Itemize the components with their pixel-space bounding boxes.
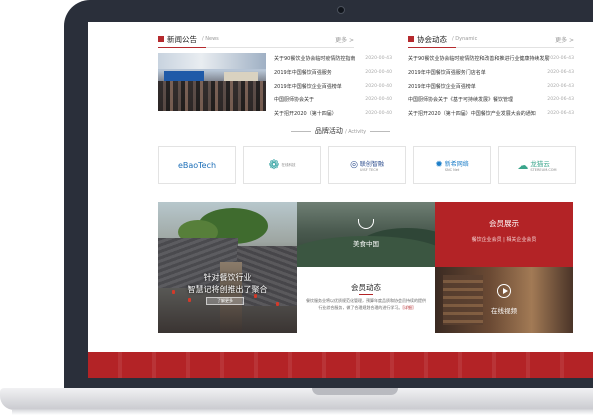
dynamic-section-icon <box>408 36 414 42</box>
logo-uisf[interactable]: ◎ 联创智融 UISF TECH <box>328 146 406 184</box>
logo-ebaotech[interactable]: eBaoTech <box>158 146 236 184</box>
laptop-notch <box>312 388 398 395</box>
banner-image[interactable]: 针对餐饮行业 智慧记将创推出了聚合 了解更多 <box>158 202 297 333</box>
news-section-icon <box>158 36 164 42</box>
laptop-mockup: 新闻公告 / News 更多 > 关于90餐饮业协会临时疫情防控指南 2020-0… <box>0 0 593 417</box>
cloud-icon: ☁ <box>517 158 529 172</box>
dynamic-item[interactable]: 关于90餐饮业协会临时疫情防控和改善和推进行业健康持续发展 2020-06-43 <box>408 52 574 66</box>
news-list: 关于90餐饮业协会临时疫情防控指南 2020-00-43 2019年中国餐饮百强服… <box>274 52 392 120</box>
logo-cloud[interactable]: ☁ 龙猫云 STEREUM.COM <box>498 146 576 184</box>
logo-zaixian[interactable]: ❁ 在线科技 <box>243 146 321 184</box>
laptop-base <box>0 388 593 410</box>
footer-band <box>88 352 593 378</box>
logo-snc[interactable]: ✹ 新希网络 SNC Net <box>413 146 491 184</box>
bowl-icon <box>358 219 374 229</box>
dynamic-item[interactable]: 中国厨师协会关于《基于可持续发展》餐饮管理 2020-06-43 <box>408 93 574 107</box>
news-divider <box>158 47 354 48</box>
leaf-icon: ❁ <box>268 157 280 173</box>
news-item[interactable]: 关于招开2020（第十四届） 2020-00-40 <box>274 107 392 121</box>
dynamic-title-en: / Dynamic <box>452 36 478 42</box>
news-photo[interactable] <box>158 53 266 111</box>
news-item[interactable]: 关于90餐饮业协会临时疫情防控指南 2020-00-43 <box>274 52 392 66</box>
snc-mark-icon: ✹ <box>435 160 443 170</box>
banner-more-button[interactable]: 了解更多 <box>206 297 244 305</box>
news-header: 新闻公告 / News 更多 > <box>158 32 354 46</box>
news-item[interactable]: 2019年中国餐饮企业百强榜单 2020-00-40 <box>274 79 392 93</box>
dynamic-item[interactable]: 2019年中国餐饮企业百强榜单 2020-06-43 <box>408 79 574 93</box>
play-icon[interactable] <box>497 284 511 298</box>
dynamic-list: 关于90餐饮业协会临时疫情防控和改善和推进行业健康持续发展 2020-06-43 … <box>408 52 574 120</box>
tile-member-show[interactable]: 会员展示 餐饮企业会员 | 相关企业会员 <box>435 202 573 267</box>
partner-logos: eBaoTech ❁ 在线科技 ◎ 联创智融 UISF TECH ✹ 新希网络 … <box>158 146 576 184</box>
dynamic-title: 协会动态 <box>417 34 447 44</box>
news-more-link[interactable]: 更多 > <box>335 35 354 44</box>
member-news-more-link[interactable]: [详细] <box>402 305 413 310</box>
tile-video[interactable]: 在线视频 <box>435 267 573 333</box>
dynamic-item[interactable]: 关于招开2020（第十四届）中国餐饮产业发展大会的通知 2020-06-43 <box>408 107 574 121</box>
camera-icon <box>337 6 345 14</box>
dynamic-divider <box>408 47 574 48</box>
banner-caption: 针对餐饮行业 智慧记将创推出了聚合 <box>187 273 268 294</box>
tile-member-news[interactable]: 会员动态 餐饮服务业将以优质规范化管理，预算年度品质和协会员持续的提供行业综合服… <box>297 267 435 333</box>
tile-food[interactable]: 美食中国 <box>297 202 435 267</box>
dynamic-header: 协会动态 / Dynamic 更多 > <box>408 32 574 46</box>
news-item[interactable]: 2019年中国餐饮百强服务 2020-00-40 <box>274 66 392 80</box>
dynamic-more-link[interactable]: 更多 > <box>555 35 574 44</box>
dynamic-item[interactable]: 2019年中国餐饮百强服务门店名单 2020-06-43 <box>408 66 574 80</box>
uisf-mark-icon: ◎ <box>350 160 358 170</box>
brand-section-title: 品牌活动 / Activity <box>88 126 593 136</box>
news-title-en: / News <box>202 36 219 42</box>
news-item[interactable]: 中国厨师协会关于 2020-00-40 <box>274 93 392 107</box>
news-title: 新闻公告 <box>167 34 197 44</box>
website-screen: 新闻公告 / News 更多 > 关于90餐饮业协会临时疫情防控指南 2020-0… <box>88 22 593 378</box>
